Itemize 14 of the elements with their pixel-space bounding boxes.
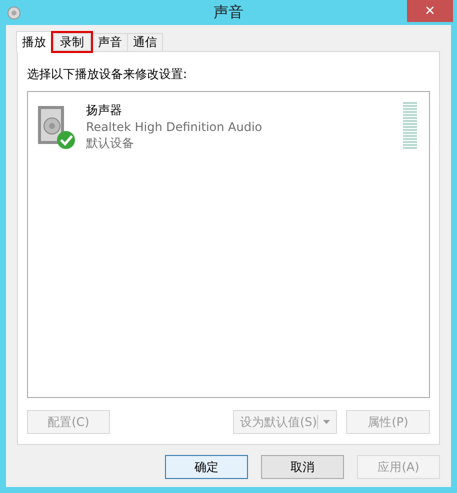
tab[interactable]: 通信 — [127, 33, 163, 51]
tab[interactable]: 播放 — [16, 31, 52, 52]
device-status: 默认设备 — [86, 135, 135, 152]
speaker-icon — [6, 4, 22, 20]
level-meter-icon — [403, 102, 417, 152]
tab[interactable]: 录制 — [51, 31, 93, 53]
close-button[interactable]: ✕ — [407, 0, 453, 22]
dialog-button[interactable]: 确定 — [165, 455, 248, 479]
device-driver: Realtek High Definition Audio — [86, 120, 264, 134]
device-name: 扬声器 — [86, 102, 123, 119]
device-item[interactable]: 扬声器 Realtek High Definition Audio 默认设备 — [34, 100, 423, 154]
instruction-text: 选择以下播放设备来修改设置: — [27, 66, 188, 83]
dialog-button[interactable]: 取消 — [261, 455, 344, 479]
window-title: 声音 — [214, 3, 244, 21]
